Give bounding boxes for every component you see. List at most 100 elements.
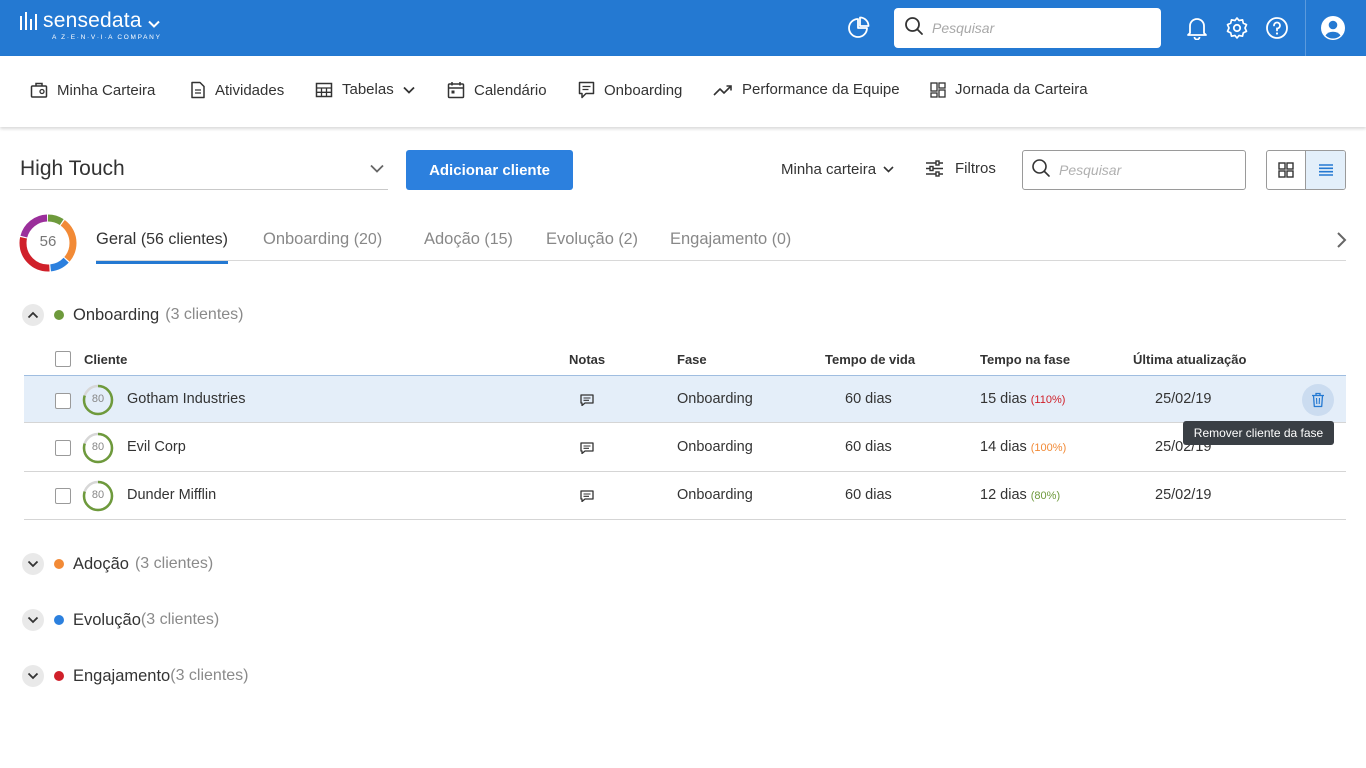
- sliders-icon: [926, 160, 943, 177]
- tab-evolucao[interactable]: Evolução (2): [546, 230, 638, 249]
- group-title: Evolução: [73, 610, 141, 629]
- portfolio-select[interactable]: High Touch: [20, 148, 388, 190]
- trash-icon: [1312, 392, 1324, 408]
- notes-icon[interactable]: [580, 441, 594, 459]
- view-toggle: [1266, 150, 1346, 190]
- filters-button[interactable]: Filtros: [925, 160, 996, 177]
- column-ultima-atualizacao[interactable]: Última atualização: [1133, 352, 1246, 367]
- document-icon: [191, 81, 205, 99]
- group-count: (3 clientes): [170, 667, 249, 684]
- client-phase-time: 12 dias (80%): [980, 487, 1060, 503]
- row-checkbox[interactable]: [55, 488, 71, 504]
- client-name[interactable]: Gotham Industries: [127, 391, 245, 407]
- nav-label: Jornada da Carteira: [955, 81, 1088, 98]
- group-adocao-header[interactable]: Adoção (3 clientes): [22, 553, 213, 575]
- phase-time-percent: (80%): [1030, 490, 1061, 502]
- client-phase: Onboarding: [677, 487, 753, 503]
- chevron-down-icon: [883, 166, 894, 173]
- row-checkbox[interactable]: [55, 393, 71, 409]
- chevron-down-icon[interactable]: [22, 609, 44, 631]
- tab-onboarding[interactable]: Onboarding (20): [263, 230, 382, 249]
- group-onboarding-header[interactable]: Onboarding (3 clientes): [22, 304, 243, 326]
- gear-icon[interactable]: [1223, 14, 1251, 42]
- column-tempo-de-vida[interactable]: Tempo de vida: [825, 352, 915, 367]
- grid-icon: [1278, 162, 1294, 178]
- owner-filter-dropdown[interactable]: Minha carteira: [781, 161, 894, 178]
- phase-time-percent: (100%): [1030, 442, 1067, 454]
- column-cliente[interactable]: Cliente: [84, 352, 127, 367]
- nav-label: Calendário: [474, 81, 547, 99]
- grid-view-button[interactable]: [1267, 151, 1307, 189]
- group-title: Onboarding: [73, 305, 160, 324]
- column-notas[interactable]: Notas: [569, 352, 605, 367]
- bell-icon[interactable]: [1183, 14, 1211, 42]
- column-tempo-na-fase[interactable]: Tempo na fase: [980, 352, 1070, 367]
- list-view-button[interactable]: [1306, 151, 1345, 189]
- group-count: (3 clientes): [165, 306, 244, 323]
- brand-subtitle: A Z·E·N·V·I·A COMPANY: [52, 34, 162, 41]
- nav-atividades[interactable]: Atividades: [190, 81, 284, 99]
- tab-geral[interactable]: Geral (56 clientes): [96, 230, 228, 264]
- chevron-right-icon[interactable]: [1334, 231, 1348, 249]
- table-row[interactable]: 80 Gotham Industries Onboarding 60 dias …: [24, 375, 1346, 423]
- phase-tabs: Geral (56 clientes) Onboarding (20) Adoç…: [96, 213, 1346, 264]
- client-name[interactable]: Dunder Mifflin: [127, 487, 216, 503]
- select-all-checkbox[interactable]: [55, 351, 71, 367]
- portfolio-value: High Touch: [20, 156, 125, 180]
- remove-client-button[interactable]: [1302, 384, 1334, 416]
- group-engajamento-header[interactable]: Engajamento (3 clientes): [22, 665, 249, 687]
- client-last-update: 25/02/19: [1155, 391, 1212, 407]
- owner-filter-label: Minha carteira: [781, 161, 877, 178]
- add-client-button[interactable]: Adicionar cliente: [406, 150, 573, 190]
- table-row[interactable]: 80 Dunder Mifflin Onboarding 60 dias 12 …: [24, 472, 1346, 520]
- global-search-input[interactable]: [932, 20, 1142, 36]
- nav-label: Atividades: [215, 81, 285, 99]
- table-row[interactable]: 80 Evil Corp Onboarding 60 dias 14 dias(…: [24, 424, 1346, 472]
- calendar-icon: [447, 82, 465, 99]
- chevron-up-icon[interactable]: [22, 304, 44, 326]
- nav-tabelas[interactable]: Tabelas: [315, 81, 415, 98]
- tab-count: (2): [618, 231, 638, 248]
- client-search[interactable]: [1022, 150, 1246, 190]
- group-evolucao-header[interactable]: Evolução (3 clientes): [22, 609, 219, 631]
- help-icon[interactable]: [1263, 14, 1291, 42]
- search-icon: [904, 16, 924, 41]
- group-color-dot: [54, 559, 64, 569]
- group-color-dot: [54, 671, 64, 681]
- pie-chart-icon[interactable]: [844, 14, 872, 42]
- group-color-dot: [54, 310, 64, 320]
- client-phase: Onboarding: [677, 439, 753, 455]
- notes-icon[interactable]: [580, 393, 594, 411]
- chevron-down-icon[interactable]: [22, 665, 44, 687]
- column-fase[interactable]: Fase: [677, 352, 707, 367]
- nav-performance-equipe[interactable]: Performance da Equipe: [713, 81, 900, 98]
- nav-onboarding[interactable]: Onboarding: [578, 81, 682, 99]
- chevron-down-icon[interactable]: [148, 15, 160, 33]
- chevron-down-icon: [403, 86, 415, 94]
- tab-adocao[interactable]: Adoção (15): [424, 230, 513, 249]
- global-search[interactable]: [894, 8, 1161, 48]
- tab-label: Engajamento: [670, 230, 768, 248]
- health-score: 80: [91, 489, 105, 501]
- user-icon[interactable]: [1319, 14, 1347, 42]
- nav-jornada-carteira[interactable]: Jornada da Carteira: [930, 81, 1088, 98]
- chevron-down-icon[interactable]: [22, 553, 44, 575]
- tab-engajamento[interactable]: Engajamento (0): [670, 230, 791, 249]
- client-last-update: 25/02/19: [1155, 487, 1212, 503]
- client-search-input[interactable]: [1059, 162, 1239, 178]
- client-name[interactable]: Evil Corp: [127, 439, 186, 455]
- tab-label: Geral: [96, 230, 137, 248]
- row-checkbox[interactable]: [55, 440, 71, 456]
- brand-logo[interactable]: sensedata A Z·E·N·V·I·A COMPANY: [20, 10, 160, 41]
- search-icon: [1031, 158, 1051, 183]
- group-count: (3 clientes): [140, 611, 220, 628]
- nav-minha-carteira[interactable]: Minha Carteira: [30, 81, 155, 99]
- client-phase: Onboarding: [677, 391, 753, 407]
- phase-time-value: 14 dias: [980, 439, 1027, 455]
- nav-label: Performance da Equipe: [742, 81, 900, 98]
- main-nav: Minha Carteira Atividades Tabelas Calend…: [0, 56, 1366, 127]
- notes-icon[interactable]: [580, 489, 594, 507]
- health-score: 80: [91, 441, 105, 453]
- total-clients-count: 56: [39, 233, 57, 250]
- nav-calendario[interactable]: Calendário: [447, 81, 547, 99]
